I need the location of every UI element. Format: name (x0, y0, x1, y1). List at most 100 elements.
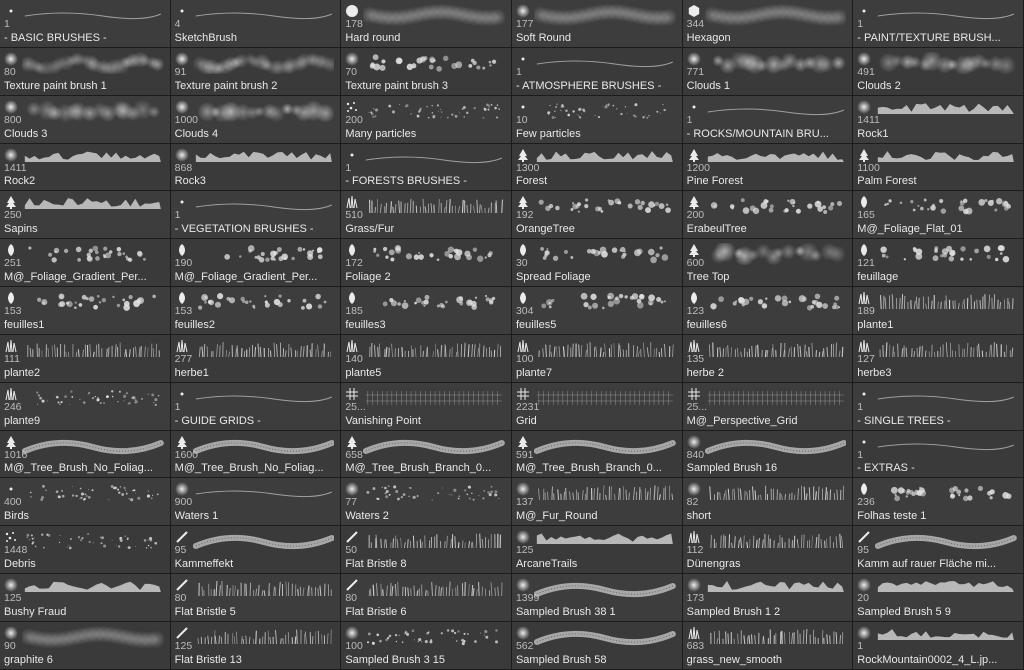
brush-tip-icon (4, 578, 18, 592)
brush-cell[interactable]: 562Sampled Brush 58 (512, 622, 683, 670)
brush-tip-icon (857, 578, 871, 592)
brush-cell[interactable]: 344Hexagon (683, 0, 854, 48)
brush-cell[interactable]: 20Sampled Brush 5 9 (853, 574, 1024, 622)
brush-cell[interactable]: 77Waters 2 (341, 478, 512, 526)
brush-cell[interactable]: 4SketchBrush (171, 0, 342, 48)
brush-cell[interactable]: 173Sampled Brush 1 2 (683, 574, 854, 622)
brush-cell[interactable]: 1RockMountain0002_4_L.jp... (853, 622, 1024, 670)
brush-name-label: Soft Round (516, 32, 678, 45)
brush-cell[interactable]: 771Clouds 1 (683, 48, 854, 96)
brush-stroke-preview (22, 435, 164, 457)
brush-cell[interactable]: 178Hard round (341, 0, 512, 48)
brush-cell[interactable]: 1- ATMOSPHERE BRUSHES - (512, 48, 683, 96)
brush-cell[interactable]: 25...M@_Perspective_Grid (683, 383, 854, 431)
brush-tip-icon (345, 482, 359, 496)
brush-cell[interactable]: 90graphite 6 (0, 622, 171, 670)
brush-cell[interactable]: 80Flat Bristle 5 (171, 574, 342, 622)
brush-cell[interactable]: 190M@_Foliage_Gradient_Per... (171, 239, 342, 287)
brush-name-label: - GUIDE GRIDS - (175, 415, 337, 428)
brush-cell[interactable]: 200Many particles (341, 96, 512, 144)
brush-cell[interactable]: 153feuilles2 (171, 287, 342, 335)
brush-cell[interactable]: 177Soft Round (512, 0, 683, 48)
brush-cell[interactable]: 80Texture paint brush 1 (0, 48, 171, 96)
brush-cell[interactable]: 1411Rock1 (853, 96, 1024, 144)
brush-cell[interactable]: 165M@_Foliage_Flat_01 (853, 191, 1024, 239)
brush-cell[interactable]: 200ErabeulTree (683, 191, 854, 239)
brush-cell[interactable]: 591M@_Tree_Brush_Branch_0... (512, 431, 683, 479)
brush-stroke-preview (705, 339, 847, 361)
brush-cell[interactable]: 1016M@_Tree_Brush_No_Foliag... (0, 431, 171, 479)
brush-cell[interactable]: 1300Forest (512, 144, 683, 192)
brush-cell[interactable]: 236Folhas teste 1 (853, 478, 1024, 526)
brush-size-label: 135 (687, 353, 705, 365)
brush-cell[interactable]: 50Flat Bristle 8 (341, 526, 512, 574)
brush-cell[interactable]: 127herbe3 (853, 335, 1024, 383)
brush-cell[interactable]: 251M@_Foliage_Gradient_Per... (0, 239, 171, 287)
brush-stroke-preview (22, 482, 164, 504)
brush-cell[interactable]: 25...Vanishing Point (341, 383, 512, 431)
brush-cell[interactable]: 123feuilles6 (683, 287, 854, 335)
brush-cell[interactable]: 1000Clouds 4 (171, 96, 342, 144)
brush-cell[interactable]: 1- VEGETATION BRUSHES - (171, 191, 342, 239)
brush-cell[interactable]: 153feuilles1 (0, 287, 171, 335)
brush-cell[interactable]: 840Sampled Brush 16 (683, 431, 854, 479)
brush-cell[interactable]: 1399Sampled Brush 38 1 (512, 574, 683, 622)
brush-cell[interactable]: 1200Pine Forest (683, 144, 854, 192)
brush-cell[interactable]: 82short (683, 478, 854, 526)
brush-cell[interactable]: 125ArcaneTrails (512, 526, 683, 574)
brush-stroke-preview (22, 291, 164, 313)
brush-cell[interactable]: 658M@_Tree_Brush_Branch_0... (341, 431, 512, 479)
brush-cell[interactable]: 91Texture paint brush 2 (171, 48, 342, 96)
brush-cell[interactable]: 1411Rock2 (0, 144, 171, 192)
brush-cell[interactable]: 400Birds (0, 478, 171, 526)
brush-cell[interactable]: 100plante7 (512, 335, 683, 383)
brush-cell[interactable]: 100Sampled Brush 3 15 (341, 622, 512, 670)
brush-cell[interactable]: 185feuilles3 (341, 287, 512, 335)
brush-cell[interactable]: 1- GUIDE GRIDS - (171, 383, 342, 431)
brush-cell[interactable]: 1- ROCKS/MOUNTAIN BRU... (683, 96, 854, 144)
brush-cell[interactable]: 125Bushy Fraud (0, 574, 171, 622)
brush-cell[interactable]: 868Rock3 (171, 144, 342, 192)
brush-cell[interactable]: 491Clouds 2 (853, 48, 1024, 96)
brush-cell[interactable]: 1- PAINT/TEXTURE BRUSH... (853, 0, 1024, 48)
brush-size-label: 123 (687, 305, 705, 317)
brush-cell[interactable]: 900Waters 1 (171, 478, 342, 526)
brush-cell[interactable]: 172Foliage 2 (341, 239, 512, 287)
brush-cell[interactable]: 10Few particles (512, 96, 683, 144)
brush-cell[interactable]: 800Clouds 3 (0, 96, 171, 144)
brush-cell[interactable]: 95Kamm auf rauer Fläche mi... (853, 526, 1024, 574)
brush-cell[interactable]: 250Sapins (0, 191, 171, 239)
brush-cell[interactable]: 683grass_new_smooth (683, 622, 854, 670)
brush-cell[interactable]: 1448Debris (0, 526, 171, 574)
brush-cell[interactable]: 80Flat Bristle 6 (341, 574, 512, 622)
brush-cell[interactable]: 70Texture paint brush 3 (341, 48, 512, 96)
brush-cell[interactable]: 140plante5 (341, 335, 512, 383)
brush-cell[interactable]: 246plante9 (0, 383, 171, 431)
brush-cell[interactable]: 137M@_Fur_Round (512, 478, 683, 526)
brush-cell[interactable]: 189plante1 (853, 287, 1024, 335)
brush-size-label: 140 (345, 353, 363, 365)
brush-cell[interactable]: 600Tree Top (683, 239, 854, 287)
brush-cell[interactable]: 1600M@_Tree_Brush_No_Foliag... (171, 431, 342, 479)
brush-cell[interactable]: 1- FORESTS BRUSHES - (341, 144, 512, 192)
brush-cell[interactable]: 304feuilles5 (512, 287, 683, 335)
brush-cell[interactable]: 111plante2 (0, 335, 171, 383)
brush-cell[interactable]: 135herbe 2 (683, 335, 854, 383)
brush-stroke-preview (22, 530, 164, 552)
brush-cell[interactable]: 1- EXTRAS - (853, 431, 1024, 479)
brush-cell[interactable]: 277herbe1 (171, 335, 342, 383)
brush-cell[interactable]: 95Kammeffekt (171, 526, 342, 574)
brush-tip-icon (516, 148, 530, 162)
brush-cell[interactable]: 30Spread Foliage (512, 239, 683, 287)
brush-cell[interactable]: 125Flat Bristle 13 (171, 622, 342, 670)
brush-cell[interactable]: 192OrangeTree (512, 191, 683, 239)
brush-cell[interactable]: 1- SINGLE TREES - (853, 383, 1024, 431)
brush-tip-icon (687, 52, 701, 66)
brush-cell[interactable]: 1100Palm Forest (853, 144, 1024, 192)
brush-cell[interactable]: 510Grass/Fur (341, 191, 512, 239)
brush-cell[interactable]: 2231Grid (512, 383, 683, 431)
brush-cell[interactable]: 112Dünengras (683, 526, 854, 574)
brush-size-label: 190 (175, 257, 193, 269)
brush-cell[interactable]: 121feuillage (853, 239, 1024, 287)
brush-cell[interactable]: 1- BASIC BRUSHES - (0, 0, 171, 48)
